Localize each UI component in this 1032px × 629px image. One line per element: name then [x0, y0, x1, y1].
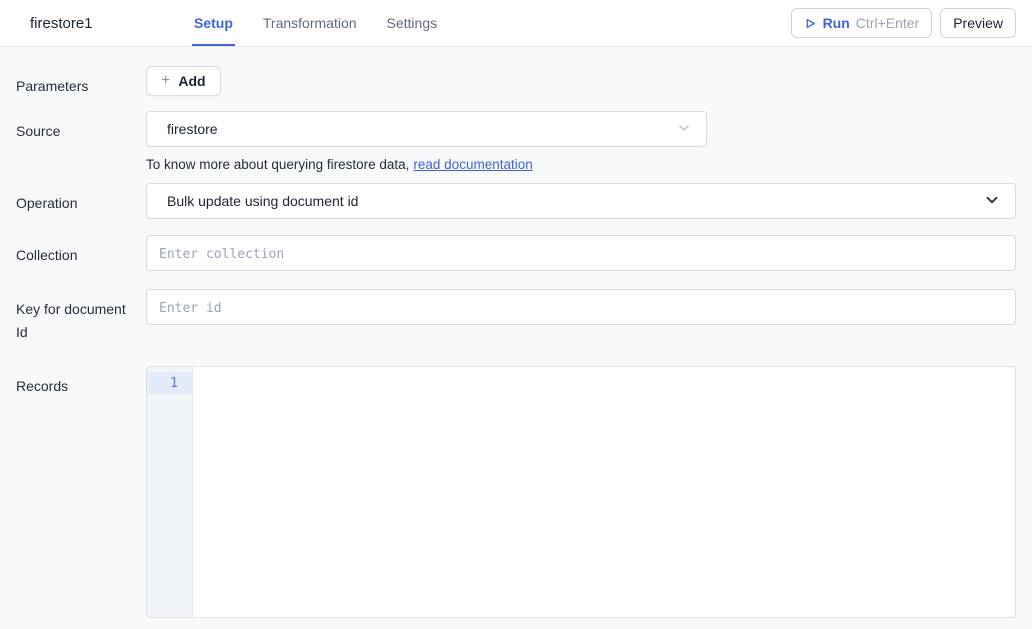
line-number: 1 [147, 372, 192, 394]
line-number-gutter: 1 [147, 367, 193, 617]
preview-button[interactable]: Preview [940, 8, 1016, 38]
run-shortcut-label: Ctrl+Enter [856, 15, 919, 31]
tab-settings[interactable]: Settings [387, 0, 438, 46]
collection-input[interactable] [146, 235, 1016, 271]
source-select[interactable]: firestore [146, 111, 707, 147]
parameters-label: Parameters [16, 66, 146, 97]
add-parameter-label: Add [178, 73, 205, 89]
run-button-label: Run [823, 15, 850, 31]
chevron-down-icon [983, 191, 1001, 212]
source-helper-text: To know more about querying firestore da… [146, 157, 1016, 172]
source-label: Source [16, 111, 146, 172]
source-helper-prefix: To know more about querying firestore da… [146, 157, 409, 172]
plus-icon: + [161, 72, 170, 90]
add-parameter-button[interactable]: + Add [146, 66, 221, 96]
parameters-row: Parameters + Add [16, 66, 1016, 97]
document-id-key-input[interactable] [146, 289, 1016, 325]
query-title: firestore1 [16, 0, 194, 46]
run-button[interactable]: Run Ctrl+Enter [791, 8, 933, 38]
collection-label: Collection [16, 235, 146, 271]
key-for-document-id-row: Key for document Id [16, 289, 1016, 343]
read-documentation-link[interactable]: read documentation [413, 157, 532, 172]
operation-select-value: Bulk update using document id [167, 193, 358, 209]
tab-setup[interactable]: Setup [194, 0, 233, 46]
query-header: firestore1 Setup Transformation Settings… [0, 0, 1032, 47]
key-for-document-id-label: Key for document Id [16, 289, 146, 343]
source-select-value: firestore [167, 121, 218, 137]
records-label: Records [16, 366, 146, 618]
tab-transformation[interactable]: Transformation [263, 0, 357, 46]
header-actions: Run Ctrl+Enter Preview [791, 0, 1016, 46]
operation-label: Operation [16, 183, 146, 219]
query-tabs: Setup Transformation Settings [194, 0, 437, 46]
source-row: Source firestore To know more about quer… [16, 111, 1016, 172]
play-icon [804, 17, 817, 30]
collection-row: Collection [16, 235, 1016, 271]
query-setup-form: Parameters + Add Source firestore To kno… [0, 47, 1032, 618]
chevron-down-icon [676, 120, 692, 139]
code-editor-content[interactable] [193, 367, 1015, 617]
operation-select[interactable]: Bulk update using document id [146, 183, 1016, 219]
records-row: Records 1 [16, 366, 1016, 618]
records-code-editor[interactable]: 1 [146, 366, 1016, 618]
operation-row: Operation Bulk update using document id [16, 183, 1016, 219]
